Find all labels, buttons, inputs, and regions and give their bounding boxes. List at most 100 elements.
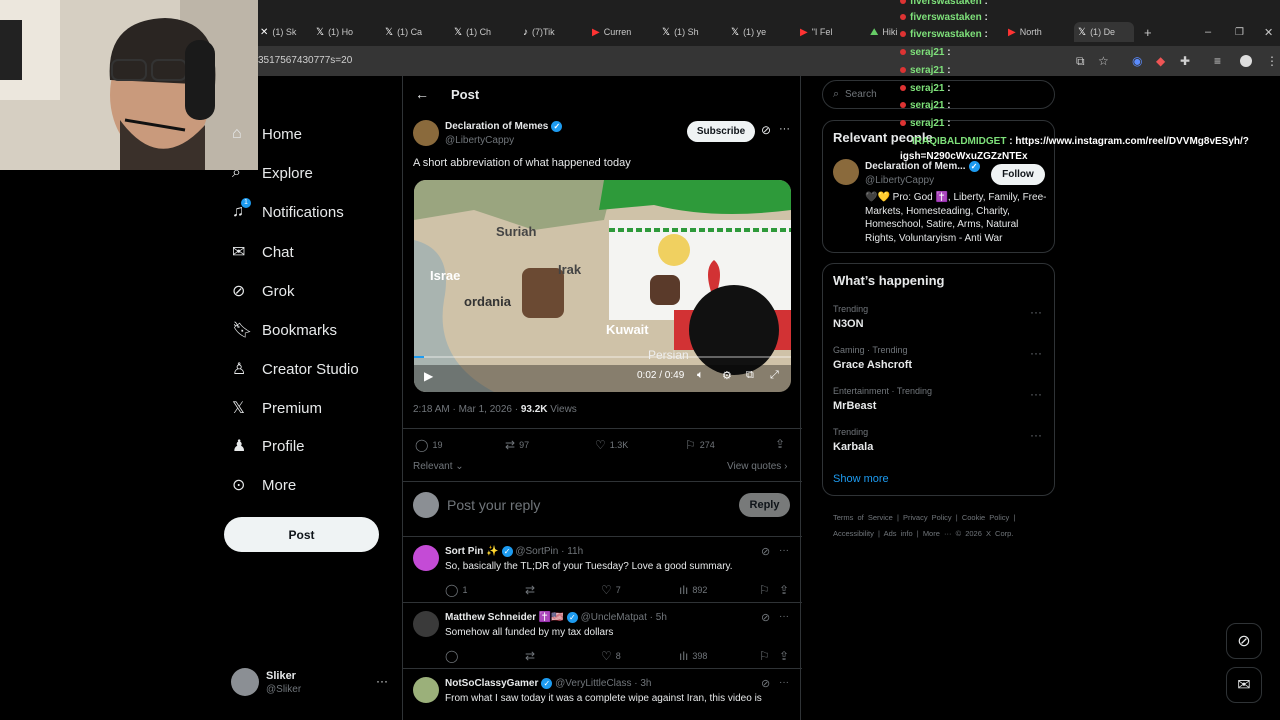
footer-link[interactable]: Privacy Policy xyxy=(903,513,952,522)
browser-tab[interactable]: 𝕏 (1) Sh xyxy=(662,22,714,42)
account-avatar[interactable] xyxy=(231,668,259,696)
nav-chat[interactable]: ✉ Chat xyxy=(232,242,294,262)
bookmark-action[interactable]: ⚐ 274 xyxy=(685,438,715,452)
minimize-icon[interactable]: – xyxy=(1205,22,1217,42)
like-action[interactable]: ♡ 1.3K xyxy=(595,438,628,452)
browser-tab[interactable]: 𝕏 (1) Ca xyxy=(385,22,437,42)
nav-premium[interactable]: 𝕏 Premium xyxy=(232,398,322,418)
bookmark-action[interactable]: ⚐ xyxy=(759,583,770,597)
nav-profile[interactable]: ♟ Profile xyxy=(232,436,305,456)
show-more-link[interactable]: Show more xyxy=(833,473,889,485)
reply-item[interactable]: NotSoClassyGamer ✓ @VeryLittleClass · 3h … xyxy=(403,669,802,720)
grok-float-button[interactable]: ⊘ xyxy=(1226,623,1262,659)
browser-tab[interactable]: ▶ Curren xyxy=(592,22,647,42)
follow-button[interactable]: Follow xyxy=(991,164,1045,185)
reply-item[interactable]: Matthew Schneider ✝️🇺🇸 ✓ @UncleMatpat · 5… xyxy=(403,603,802,668)
nav-grok[interactable]: ⊘ Grok xyxy=(232,281,295,301)
browser-tab[interactable]: 𝕏 (1) ye xyxy=(731,22,783,42)
reply-menu-icon[interactable]: ··· xyxy=(779,677,789,688)
url-text[interactable]: 3517567430777s=20 xyxy=(258,55,352,66)
pip-icon[interactable]: ⧉ xyxy=(746,369,754,382)
trend-menu-icon[interactable]: ··· xyxy=(1030,387,1042,401)
browser-tab[interactable]: ♪ (7)Tik xyxy=(523,22,575,42)
sort-relevant-dropdown[interactable]: Relevant ⌄ xyxy=(413,461,464,472)
nav-bookmarks[interactable]: 🔖︎ Bookmarks xyxy=(232,320,337,340)
like-action[interactable]: ♡ 8 xyxy=(601,649,621,663)
extension-icon[interactable]: ◆ xyxy=(1156,54,1165,68)
reply-author[interactable]: NotSoClassyGamer ✓ @VeryLittleClass · 3h xyxy=(445,678,651,689)
back-arrow-icon[interactable]: ← xyxy=(415,86,429,102)
reading-list-icon[interactable]: ≡ xyxy=(1214,54,1221,68)
trend-item[interactable]: Gaming · Trending Grace Ashcroft ··· xyxy=(823,345,1054,383)
repost-action[interactable]: ⇄ xyxy=(525,583,535,597)
bookmark-action[interactable]: ⚐ xyxy=(759,649,770,663)
new-tab-button[interactable]: + xyxy=(1144,22,1156,42)
footer-link[interactable]: Accessibility xyxy=(833,529,874,538)
fullscreen-icon[interactable]: ⤢ xyxy=(770,369,779,382)
post-menu-icon[interactable]: ··· xyxy=(779,123,790,135)
relevant-avatar[interactable] xyxy=(833,159,859,185)
account-menu-icon[interactable]: ··· xyxy=(376,674,388,688)
relevant-name[interactable]: Declaration of Mem... ✓ xyxy=(865,161,980,172)
reply-action[interactable]: ◯ xyxy=(445,649,458,663)
footer-link[interactable]: Ads info xyxy=(884,529,913,538)
close-window-icon[interactable]: ✕ xyxy=(1264,22,1276,42)
nav-more[interactable]: ⊙ More xyxy=(232,475,296,495)
trend-item[interactable]: Trending Karbala ··· xyxy=(823,427,1054,465)
browser-tab[interactable]: ▶ "I Fel xyxy=(800,22,855,42)
share-action[interactable]: ⇪ xyxy=(775,437,785,451)
video-player[interactable]: Suriah Israe Irak ordania Kuwait Persian… xyxy=(414,180,791,392)
restore-icon[interactable]: ❐ xyxy=(1235,22,1247,42)
reply-item[interactable]: Sort Pin ✨ ✓ @SortPin · 11h ⊘ ··· So, bas… xyxy=(403,537,802,602)
puzzle-icon[interactable]: ✚ xyxy=(1180,54,1190,68)
volume-icon[interactable]: 🔈︎ xyxy=(697,369,704,382)
browser-tab[interactable]: 𝕏 (1) Ch xyxy=(454,22,506,42)
views-stat[interactable]: ılı 892 xyxy=(679,583,707,597)
grok-icon[interactable]: ⊘ xyxy=(761,611,770,624)
views-stat[interactable]: ılı 398 xyxy=(679,649,707,663)
play-icon[interactable]: ▶ xyxy=(424,369,433,383)
nav-notifications[interactable]: ♫ 1 Notifications xyxy=(232,198,344,221)
star-icon[interactable]: ☆ xyxy=(1098,54,1109,68)
reply-author-avatar[interactable] xyxy=(413,545,439,571)
repost-action[interactable]: ⇄ xyxy=(525,649,535,663)
reply-author-avatar[interactable] xyxy=(413,677,439,703)
grok-icon[interactable]: ⊘ xyxy=(761,545,770,558)
reply-menu-icon[interactable]: ··· xyxy=(779,545,789,556)
footer-link[interactable]: More ··· xyxy=(923,529,952,538)
trend-menu-icon[interactable]: ··· xyxy=(1030,346,1042,360)
reply-action[interactable]: ◯ 19 xyxy=(415,438,442,452)
like-action[interactable]: ♡ 7 xyxy=(601,583,621,597)
trend-item[interactable]: Entertainment · Trending MrBeast ··· xyxy=(823,386,1054,424)
author-avatar[interactable] xyxy=(413,120,439,146)
reply-button[interactable]: Reply xyxy=(739,493,790,517)
browser-tab[interactable]: 𝕏 (1) Ho xyxy=(316,22,368,42)
reply-input[interactable]: Post your reply xyxy=(447,497,540,513)
search-input[interactable]: Search xyxy=(845,89,877,100)
messages-float-button[interactable]: ✉ xyxy=(1226,667,1262,703)
footer-link[interactable]: Terms of Service xyxy=(833,513,893,522)
reply-author-avatar[interactable] xyxy=(413,611,439,637)
share-action[interactable]: ⇪ xyxy=(779,583,789,597)
trend-menu-icon[interactable]: ··· xyxy=(1030,305,1042,319)
browser-tab[interactable]: ▶ North xyxy=(1008,22,1063,42)
browser-tab[interactable]: ✕ (1) Sk xyxy=(260,22,310,42)
reply-menu-icon[interactable]: ··· xyxy=(779,611,789,622)
trend-menu-icon[interactable]: ··· xyxy=(1030,428,1042,442)
nav-creator-studio[interactable]: ♙ Creator Studio xyxy=(232,359,359,379)
nav-explore[interactable]: ⌕ Explore xyxy=(232,164,313,182)
share-action[interactable]: ⇪ xyxy=(779,649,789,663)
browser-tab[interactable]: ⛰ Hiki xyxy=(870,22,900,42)
reply-author[interactable]: Sort Pin ✨ ✓ @SortPin · 11h xyxy=(445,546,583,557)
trend-item[interactable]: Trending N3ON ··· xyxy=(823,304,1054,342)
grok-icon[interactable]: ⊘ xyxy=(761,123,771,137)
profile-avatar-icon[interactable] xyxy=(1240,55,1252,67)
footer-link[interactable]: Cookie Policy xyxy=(962,513,1009,522)
subscribe-button[interactable]: Subscribe xyxy=(687,121,755,142)
extension-icon[interactable]: ◉ xyxy=(1132,54,1142,68)
author-name[interactable]: Declaration of Memes ✓ xyxy=(445,121,563,132)
view-quotes-link[interactable]: View quotes › xyxy=(727,461,787,472)
browser-tab-active[interactable]: 𝕏 (1) De xyxy=(1074,22,1134,42)
grok-icon[interactable]: ⊘ xyxy=(761,677,770,690)
settings-icon[interactable]: ⚙ xyxy=(722,369,732,382)
